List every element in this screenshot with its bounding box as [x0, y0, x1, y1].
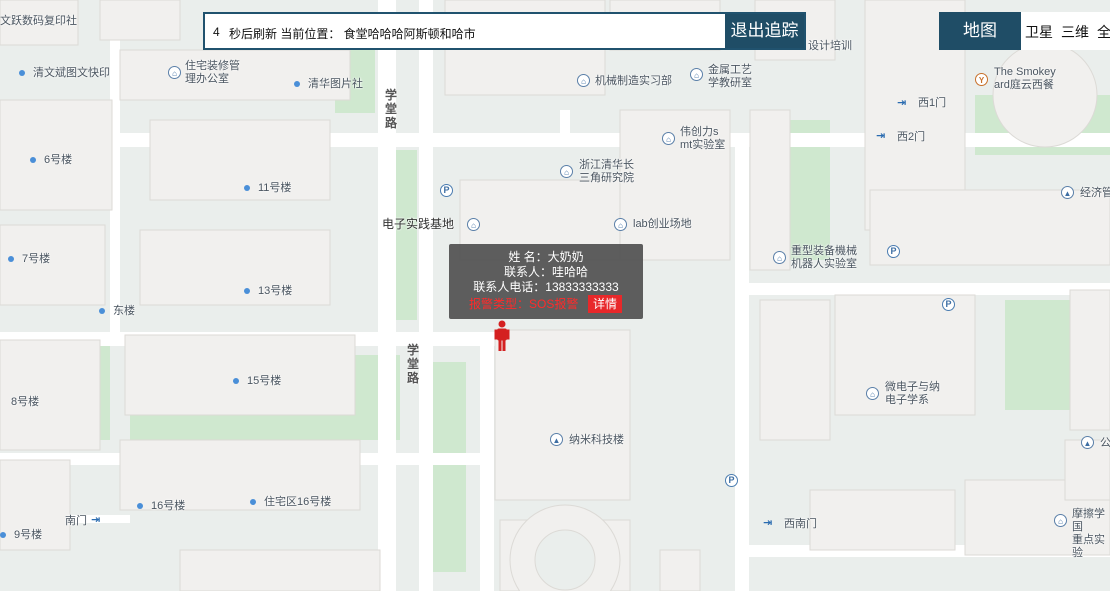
poi-label: 东楼 — [99, 305, 135, 318]
poi-label: 经济管 — [1080, 187, 1110, 199]
poi-label: 13号楼 — [244, 285, 292, 298]
poi-label: lab创业场地 — [633, 218, 692, 230]
poi-label: 清华图片社 — [294, 78, 363, 91]
building-poi-icon: ⌂ — [467, 218, 480, 231]
school-icon: ▲ — [1081, 436, 1094, 449]
parking-icon: P — [440, 184, 453, 197]
map-type-3d-button[interactable]: 三维 — [1061, 22, 1089, 42]
map-type-map-button[interactable]: 地图 — [939, 12, 1021, 50]
alarm-type: 报警类型：SOS报警 — [469, 297, 579, 311]
poi-label: 电子实践基地 — [382, 217, 455, 231]
poi-label: 清文斌图文快印 — [19, 67, 110, 80]
building-poi-icon: ⌂ — [577, 74, 590, 87]
building-poi-icon: ⌂ — [773, 251, 786, 264]
refresh-countdown: 4 — [213, 25, 220, 39]
contact-name: 联系人：哇哈哈 — [503, 265, 588, 279]
poi-label: 重型装备機械 机器人实验室 — [791, 245, 857, 270]
exit-tracking-button[interactable]: 退出追踪 — [725, 14, 804, 48]
building-poi-icon: ⌂ — [690, 68, 703, 81]
school-icon: ▲ — [550, 433, 563, 446]
gate-icon: ⇥ — [897, 97, 907, 109]
building-poi-icon: ⌂ — [560, 165, 573, 178]
person-name: 姓 名：大奶奶 — [508, 250, 584, 264]
restaurant-icon: Y — [975, 73, 988, 86]
poi-label: 摩擦学国 重点实验 — [1072, 508, 1105, 559]
poi-label: 西南门 — [784, 518, 817, 530]
building-poi-icon: ⌂ — [1054, 514, 1067, 527]
poi-label: 机械制造实习部 — [595, 75, 672, 87]
poi-label: 设计培训 — [808, 40, 852, 52]
poi-label: 15号楼 — [233, 375, 281, 388]
poi-label: 公 — [1100, 437, 1110, 449]
poi-label: 浙江清华长 三角研究院 — [579, 159, 634, 184]
building-poi-icon: ⌂ — [614, 218, 627, 231]
poi-label: 住宅区16号楼 — [250, 496, 331, 509]
parking-icon: P — [725, 474, 738, 487]
poi-label: 6号楼 — [30, 154, 72, 167]
poi-label: 文跃数码复印社 — [0, 15, 77, 27]
building-poi-icon: ⌂ — [168, 66, 181, 79]
building-poi-icon: ⌂ — [662, 132, 675, 145]
poi-label: 16号楼 — [137, 500, 185, 513]
detail-button[interactable]: 详情 — [588, 295, 622, 313]
school-icon: ▲ — [1061, 186, 1074, 199]
poi-label: 金属工艺 学教研室 — [708, 64, 752, 89]
current-location-text: 秒后刷新 当前位置： 食堂哈哈哈阿斯顿和哈市 — [229, 27, 476, 41]
poi-label: 纳米科技楼 — [569, 434, 624, 446]
poi-label: 11号楼 — [244, 182, 291, 195]
parking-icon: P — [942, 298, 955, 311]
poi-label: The Smokey ard庭云西餐 — [994, 66, 1056, 91]
map-type-satellite-button[interactable]: 卫星 — [1025, 22, 1053, 42]
gate-icon: ⇥ — [763, 517, 773, 529]
poi-label: 南门 — [65, 515, 87, 527]
poi-label: 微电子与纳 电子学系 — [885, 381, 940, 406]
person-info-window: 姓 名：大奶奶 联系人：哇哈哈 联系人电话：13833333333 报警类型：S… — [449, 244, 643, 319]
poi-label: 西1门 — [918, 97, 947, 109]
poi-label: 7号楼 — [8, 253, 50, 266]
map-type-fullscreen-button[interactable]: 全 — [1097, 22, 1110, 42]
poi-label: 8号楼 — [11, 396, 40, 408]
contact-phone: 联系人电话：13833333333 — [473, 280, 619, 294]
poi-label: 9号楼 — [0, 529, 42, 542]
gate-icon: ⇥ — [876, 130, 886, 142]
building-poi-icon: ⌂ — [866, 387, 879, 400]
poi-label: 西2门 — [897, 131, 926, 143]
parking-icon: P — [887, 245, 900, 258]
gate-icon: ⇥ — [91, 514, 101, 526]
poi-label: 住宅装修管 理办公室 — [185, 60, 240, 85]
map-type-switcher: 地图 卫星 三维 全 — [939, 12, 1110, 50]
poi-label: 伟创力s mt实验室 — [680, 126, 726, 151]
tracking-status-bar: 4 秒后刷新 当前位置： 食堂哈哈哈阿斯顿和哈市 退出追踪 — [203, 12, 806, 50]
person-marker-icon[interactable] — [494, 320, 510, 352]
road-label-xuetang-north: 学堂路 — [384, 88, 397, 130]
road-label-xuetang-south: 学堂路 — [406, 343, 419, 385]
